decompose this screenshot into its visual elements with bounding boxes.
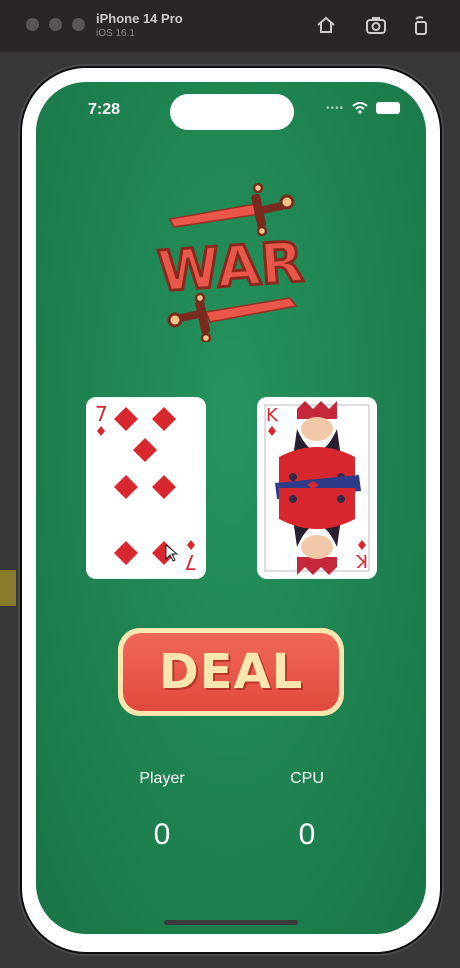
diamond-icon [97, 426, 105, 436]
deal-button[interactable]: DEAL [118, 628, 344, 716]
window-controls [26, 18, 85, 31]
side-label [0, 570, 16, 606]
player-card-rank-bottom: 7 [184, 550, 197, 574]
war-logo: WAR [156, 182, 306, 342]
wifi-icon [352, 102, 368, 114]
device-name: iPhone 14 Pro [96, 11, 183, 26]
player-score: 0 [153, 818, 171, 851]
app-screen: 7:28 •••• WAR 7 7 K K DEAL Player CPU 0 … [36, 82, 426, 934]
king-figure-icon [275, 401, 361, 575]
status-time: 7:28 [88, 101, 121, 118]
cpu-card-rank-bottom: K [355, 550, 368, 571]
logo-text: WAR [156, 230, 306, 305]
player-card-rank: 7 [95, 402, 108, 426]
diamond-icon [268, 426, 276, 436]
player-score-label: Player [139, 770, 185, 787]
close-window-button[interactable] [26, 18, 39, 31]
home-icon[interactable] [315, 14, 337, 36]
pips [114, 407, 176, 565]
screenshot-icon[interactable] [365, 14, 387, 36]
dynamic-island [170, 94, 294, 130]
player-card: 7 7 [86, 397, 206, 579]
rotate-icon[interactable] [410, 14, 432, 36]
cpu-score: 0 [298, 818, 316, 851]
cpu-score-label: CPU [290, 770, 324, 787]
cellular-icon: •••• [325, 102, 344, 114]
status-icons: •••• [326, 102, 400, 114]
sword-top-icon [168, 182, 295, 237]
deal-button-face[interactable]: DEAL [123, 633, 339, 711]
simulator-toolbar: iPhone 14 Pro iOS 16.1 [0, 0, 460, 52]
deal-button-label: DEAL [158, 644, 304, 700]
cpu-card: K K [257, 397, 377, 579]
minimize-window-button[interactable] [49, 18, 62, 31]
cpu-card-rank: K [266, 405, 279, 426]
os-version: iOS 16.1 [96, 28, 135, 39]
battery-icon [376, 102, 400, 114]
home-indicator[interactable] [164, 920, 298, 925]
zoom-window-button[interactable] [72, 18, 85, 31]
